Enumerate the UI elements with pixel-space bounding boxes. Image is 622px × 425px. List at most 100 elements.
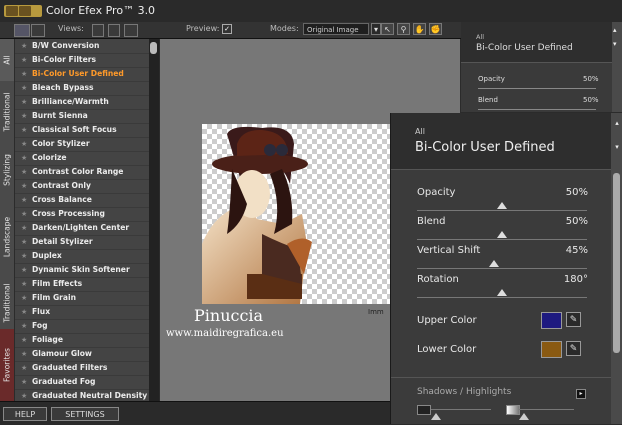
favorite-star-icon[interactable]: ★ xyxy=(21,123,27,137)
view-side-by-side-button[interactable] xyxy=(124,24,138,37)
filter-list-item[interactable]: ★ Flux xyxy=(15,305,149,320)
shadows-slider-handle[interactable] xyxy=(431,413,441,420)
favorite-star-icon[interactable]: ★ xyxy=(21,207,27,221)
scrollbar-thumb[interactable] xyxy=(150,42,157,54)
settings-button[interactable]: SETTINGS xyxy=(51,407,119,421)
eyedropper-icon[interactable]: ✎ xyxy=(566,341,581,356)
filter-list-item[interactable]: ★ Contrast Color Range xyxy=(15,165,149,180)
opacity-slider[interactable] xyxy=(417,210,587,211)
filter-list-item[interactable]: ★ Brilliance/Warmth xyxy=(15,95,149,110)
view-split-button[interactable] xyxy=(108,24,120,37)
favorite-star-icon[interactable]: ★ xyxy=(21,305,27,319)
filter-list-item[interactable]: ★ Graduated Fog xyxy=(15,375,149,390)
favorite-star-icon[interactable]: ★ xyxy=(21,137,27,151)
upper-color-swatch[interactable] xyxy=(541,312,562,329)
shadows-slider[interactable] xyxy=(431,409,491,410)
layout-split-button[interactable] xyxy=(14,24,30,37)
blend-slider[interactable] xyxy=(417,239,587,240)
eyedropper-icon[interactable]: ✎ xyxy=(566,312,581,327)
lower-color-label: Lower Color xyxy=(417,344,477,355)
layout-single-button[interactable] xyxy=(31,24,45,37)
modes-select[interactable]: Original Image xyxy=(303,23,369,35)
favorite-star-icon[interactable]: ★ xyxy=(21,81,27,95)
tab-all[interactable]: All xyxy=(0,39,14,82)
filter-list-item[interactable]: ★ Graduated Neutral Density xyxy=(15,389,149,401)
favorite-star-icon[interactable]: ★ xyxy=(21,221,27,235)
filter-list-item[interactable]: ★ Burnt Sienna xyxy=(15,109,149,124)
favorite-star-icon[interactable]: ★ xyxy=(21,249,27,263)
vertical-shift-slider-handle[interactable] xyxy=(488,260,499,267)
filter-list-item[interactable]: ★ Bi-Color User Defined xyxy=(15,67,149,82)
filter-list-item[interactable]: ★ Cross Processing xyxy=(15,207,149,222)
highlights-slider-handle[interactable] xyxy=(519,413,529,420)
favorite-star-icon[interactable]: ★ xyxy=(21,179,27,193)
favorite-star-icon[interactable]: ★ xyxy=(21,361,27,375)
tab-favorites[interactable]: Favorites xyxy=(0,329,14,402)
scrollbar-thumb[interactable] xyxy=(613,173,620,353)
filter-list-item[interactable]: ★ Colorize xyxy=(15,151,149,166)
favorite-star-icon[interactable]: ★ xyxy=(21,53,27,67)
filter-list-item[interactable]: ★ Classical Soft Focus xyxy=(15,123,149,138)
filter-list-item[interactable]: ★ Color Stylizer xyxy=(15,137,149,152)
favorite-star-icon[interactable]: ★ xyxy=(21,235,27,249)
filter-list-item[interactable]: ★ Duplex xyxy=(15,249,149,264)
filter-list-item[interactable]: ★ Bleach Bypass xyxy=(15,81,149,96)
filter-list-item[interactable]: ★ Glamour Glow xyxy=(15,347,149,362)
blend-slider-handle[interactable] xyxy=(497,231,507,238)
tab-traditional-2[interactable]: Traditional xyxy=(0,277,14,330)
expand-arrow-icon[interactable]: ▸ xyxy=(576,389,586,399)
favorite-star-icon[interactable]: ★ xyxy=(21,95,27,109)
hand-grab-tool-icon[interactable]: ✊ xyxy=(429,23,442,35)
favorite-star-icon[interactable]: ★ xyxy=(21,67,27,81)
hand-tool-icon[interactable]: ✋ xyxy=(413,23,426,35)
filter-list-item[interactable]: ★ Detail Stylizer xyxy=(15,235,149,250)
filter-list-item[interactable]: ★ Contrast Only xyxy=(15,179,149,194)
opacity-slider-handle[interactable] xyxy=(497,202,507,209)
shadows-highlights-header[interactable]: Shadows / Highlights xyxy=(417,387,511,397)
chevron-up-icon[interactable]: ▴ xyxy=(613,26,617,34)
favorite-star-icon[interactable]: ★ xyxy=(21,277,27,291)
filter-list-item[interactable]: ★ Bi-Color Filters xyxy=(15,53,149,68)
filter-list-item[interactable]: ★ Cross Balance xyxy=(15,193,149,208)
filter-list-item[interactable]: ★ B/W Conversion xyxy=(15,39,149,54)
preview-checkbox[interactable]: ✓ xyxy=(222,24,232,34)
filter-list-item[interactable]: ★ Fog xyxy=(15,319,149,334)
favorite-star-icon[interactable]: ★ xyxy=(21,263,27,277)
favorite-star-icon[interactable]: ★ xyxy=(21,291,27,305)
view-single-button[interactable] xyxy=(92,24,104,37)
rotation-slider-handle[interactable] xyxy=(497,289,507,296)
chevron-down-icon[interactable]: ▾ xyxy=(613,40,617,48)
favorite-star-icon[interactable]: ★ xyxy=(21,109,27,123)
favorite-star-icon[interactable]: ★ xyxy=(21,347,27,361)
filter-list-item[interactable]: ★ Darken/Lighten Center xyxy=(15,221,149,236)
tab-traditional[interactable]: Traditional xyxy=(0,81,14,144)
favorite-star-icon[interactable]: ★ xyxy=(21,319,27,333)
favorite-star-icon[interactable]: ★ xyxy=(21,193,27,207)
filter-list-item[interactable]: ★ Foliage xyxy=(15,333,149,348)
filter-list-item[interactable]: ★ Film Grain xyxy=(15,291,149,306)
preview-image[interactable] xyxy=(202,124,390,304)
chevron-down-icon[interactable]: ▾ xyxy=(613,143,621,151)
filter-list-item[interactable]: ★ Film Effects xyxy=(15,277,149,292)
favorite-star-icon[interactable]: ★ xyxy=(21,375,27,389)
rotation-slider[interactable] xyxy=(417,297,587,298)
pointer-tool-icon[interactable]: ↖ xyxy=(381,23,394,35)
tab-stylizing[interactable]: Stylizing xyxy=(0,143,14,198)
filter-list-item[interactable]: ★ Graduated Filters xyxy=(15,361,149,376)
lower-color-swatch[interactable] xyxy=(541,341,562,358)
filter-list-item[interactable]: ★ Dynamic Skin Softener xyxy=(15,263,149,278)
chevron-down-icon[interactable]: ▾ xyxy=(371,23,381,35)
favorite-star-icon[interactable]: ★ xyxy=(21,389,27,401)
chevron-up-icon[interactable]: ▴ xyxy=(613,119,621,127)
favorite-star-icon[interactable]: ★ xyxy=(21,165,27,179)
favorite-star-icon[interactable]: ★ xyxy=(21,151,27,165)
panel-scrollbar[interactable]: ▴ ▾ xyxy=(611,113,622,424)
tab-landscape[interactable]: Landscape xyxy=(0,197,14,278)
zoom-tool-icon[interactable]: ⚲ xyxy=(397,23,410,35)
highlights-slider[interactable] xyxy=(519,409,574,410)
favorite-star-icon[interactable]: ★ xyxy=(21,333,27,347)
favorite-star-icon[interactable]: ★ xyxy=(21,39,27,53)
filter-list-scrollbar[interactable] xyxy=(149,39,159,401)
vertical-shift-slider[interactable] xyxy=(417,268,587,269)
help-button[interactable]: HELP xyxy=(3,407,47,421)
